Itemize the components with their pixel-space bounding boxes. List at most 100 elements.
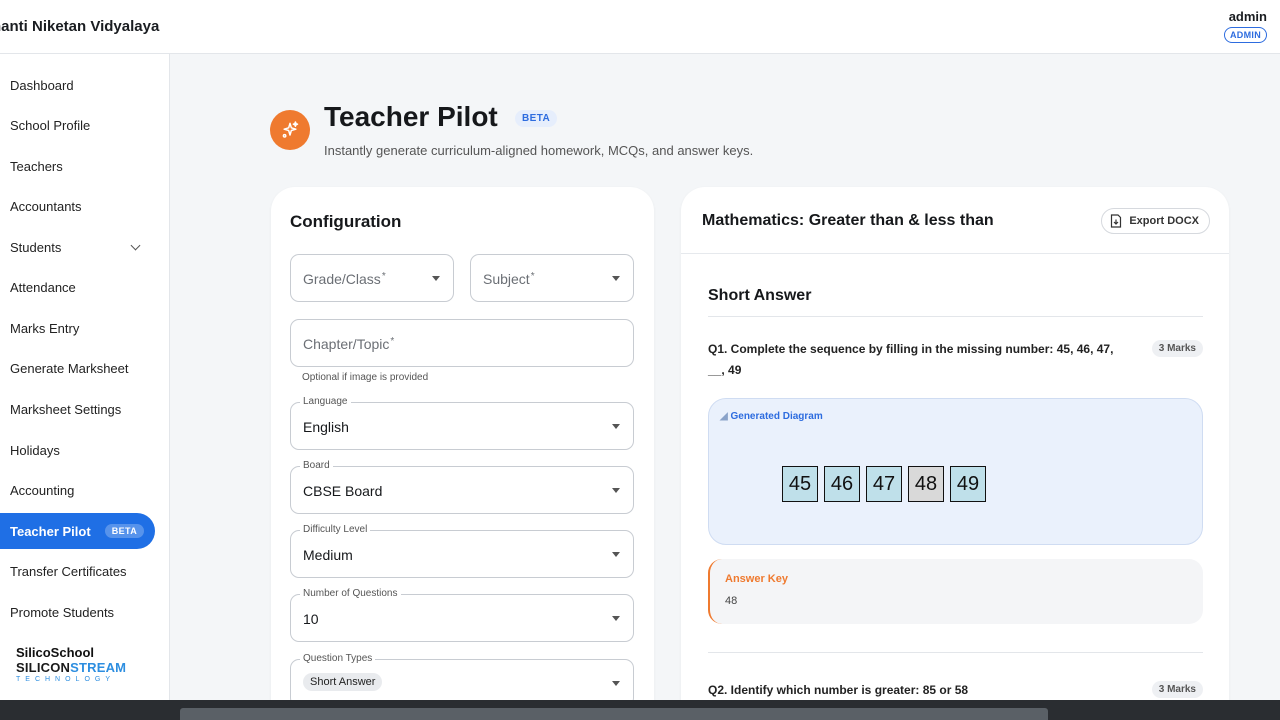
sequence-box: 47 [866, 466, 902, 502]
ruler-triangle-icon: ◢ [720, 411, 728, 422]
company-name: SILICONSTREAM [16, 660, 126, 675]
sequence-box: 46 [824, 466, 860, 502]
sidebar-item-dashboard[interactable]: Dashboard [0, 67, 155, 103]
sidebar-item-label: Holidays [10, 442, 60, 458]
question-1-marks: 3 Marks [1151, 340, 1203, 357]
dropdown-caret-icon [432, 276, 440, 281]
required-mark: * [390, 336, 395, 347]
sidebar-item-attendance[interactable]: Attendance [0, 269, 155, 305]
required-mark: * [381, 271, 386, 282]
difficulty-value: Medium [303, 547, 353, 563]
dropdown-caret-icon [612, 276, 620, 281]
question-divider [708, 652, 1203, 653]
num-questions-value: 10 [303, 611, 319, 627]
sidebar-item-label: Marks Entry [10, 320, 80, 336]
answer-key-value: 48 [725, 595, 738, 607]
sidebar: Dashboard School Profile Teachers Accoun… [0, 54, 170, 700]
language-select[interactable]: Language English [290, 396, 634, 450]
sidebar-item-label: School Profile [10, 117, 91, 133]
document-export-icon [1111, 214, 1122, 228]
sidebar-item-label: Accounting [10, 482, 75, 498]
sidebar-item-label: Attendance [10, 279, 76, 295]
sidebar-item-label: Teachers [10, 158, 63, 174]
question-type-chip[interactable]: Short Answer [303, 673, 383, 691]
language-value: English [303, 419, 349, 435]
answer-key-box: Answer Key 48 [708, 559, 1203, 624]
top-bar: hanti Niketan Vidyalaya admin ADMIN [0, 0, 1280, 54]
user-name[interactable]: admin [1224, 9, 1267, 24]
sequence-box-missing: 48 [908, 466, 944, 502]
school-name: hanti Niketan Vidyalaya [0, 18, 160, 35]
taskbar [0, 700, 1280, 720]
board-select[interactable]: Board CBSE Board [290, 460, 634, 514]
beta-badge: BETA [104, 524, 145, 538]
sidebar-item-accountants[interactable]: Accountants [0, 188, 155, 224]
grade-placeholder-text: Grade/Class [303, 271, 381, 287]
sparkles-icon [270, 110, 310, 150]
company-name-accent: STREAM [70, 660, 127, 675]
sidebar-item-students[interactable]: Students [0, 229, 155, 265]
board-label: Board [300, 460, 333, 471]
page-subtitle: Instantly generate curriculum-aligned ho… [324, 143, 754, 158]
sidebar-item-marks-entry[interactable]: Marks Entry [0, 310, 155, 346]
chapter-placeholder: Chapter/Topic* [303, 336, 394, 352]
num-questions-label: Number of Questions [300, 588, 401, 599]
output-card: Mathematics: Greater than & less than Ex… [681, 187, 1229, 720]
company-name-part: SILICON [16, 660, 71, 675]
section-divider [708, 316, 1203, 317]
sidebar-item-generate-marksheet[interactable]: Generate Marksheet [0, 350, 155, 386]
sidebar-item-school-profile[interactable]: School Profile [0, 107, 155, 143]
sidebar-item-label: Promote Students [10, 604, 115, 620]
grade-select[interactable]: Grade/Class* [290, 254, 454, 302]
diagram-label-text: Generated Diagram [730, 411, 823, 422]
sidebar-item-holidays[interactable]: Holidays [0, 432, 155, 468]
sidebar-item-label: Teacher Pilot [10, 523, 91, 539]
sidebar-item-promote-students[interactable]: Promote Students [0, 594, 155, 630]
sidebar-item-label: Accountants [10, 198, 82, 214]
sidebar-item-teacher-pilot[interactable]: Teacher Pilot BETA [0, 513, 155, 549]
chapter-input[interactable]: Chapter/Topic* [290, 319, 634, 367]
section-title: Short Answer [708, 287, 812, 304]
chevron-down-icon[interactable] [130, 240, 141, 251]
taskbar-window [180, 708, 1048, 720]
subject-select[interactable]: Subject* [470, 254, 634, 302]
sequence-box: 45 [782, 466, 818, 502]
output-title: Mathematics: Greater than & less than [702, 212, 994, 229]
company-tagline: TECHNOLOGY [16, 676, 116, 683]
board-value: CBSE Board [303, 483, 383, 499]
diagram-label: ◢ Generated Diagram [720, 411, 823, 422]
dropdown-caret-icon [612, 488, 620, 493]
sidebar-item-label: Transfer Certificates [10, 563, 127, 579]
configuration-title: Configuration [290, 212, 402, 231]
question-1-text: Q1. Complete the sequence by filling in … [708, 342, 1114, 377]
chapter-placeholder-text: Chapter/Topic [303, 336, 390, 352]
configuration-card: Configuration Grade/Class* Subject* Chap… [271, 187, 654, 720]
sidebar-item-teachers[interactable]: Teachers [0, 148, 155, 184]
difficulty-select[interactable]: Difficulty Level Medium [290, 524, 634, 578]
num-questions-select[interactable]: Number of Questions 10 [290, 588, 634, 642]
grade-placeholder: Grade/Class* [303, 271, 386, 287]
role-badge: ADMIN [1224, 27, 1267, 43]
answer-key-label: Answer Key [725, 573, 788, 585]
sidebar-item-transfer-certificates[interactable]: Transfer Certificates [0, 553, 155, 589]
sidebar-item-marksheet-settings[interactable]: Marksheet Settings [0, 391, 155, 427]
difficulty-label: Difficulty Level [300, 524, 371, 535]
export-docx-button[interactable]: Export DOCX [1101, 208, 1210, 234]
sidebar-item-label: Generate Marksheet [10, 360, 129, 376]
dropdown-caret-icon [612, 424, 620, 429]
subject-placeholder: Subject* [483, 271, 535, 287]
output-header: Mathematics: Greater than & less than Ex… [681, 187, 1229, 254]
user-menu[interactable]: admin ADMIN [1224, 9, 1267, 43]
required-mark: * [530, 271, 535, 282]
generated-diagram: ◢ Generated Diagram 45 46 47 48 49 [708, 398, 1203, 545]
dropdown-caret-icon [612, 616, 620, 621]
dropdown-caret-icon [612, 552, 620, 557]
question-2-text: Q2. Identify which number is greater: 85… [708, 683, 969, 697]
sequence-box: 49 [950, 466, 986, 502]
export-docx-label: Export DOCX [1129, 215, 1199, 227]
page-title: Teacher Pilot [324, 101, 498, 132]
sidebar-item-label: Dashboard [10, 77, 74, 93]
sidebar-item-accounting[interactable]: Accounting [0, 472, 155, 508]
language-label: Language [300, 396, 351, 407]
sidebar-item-label: Marksheet Settings [10, 401, 122, 417]
